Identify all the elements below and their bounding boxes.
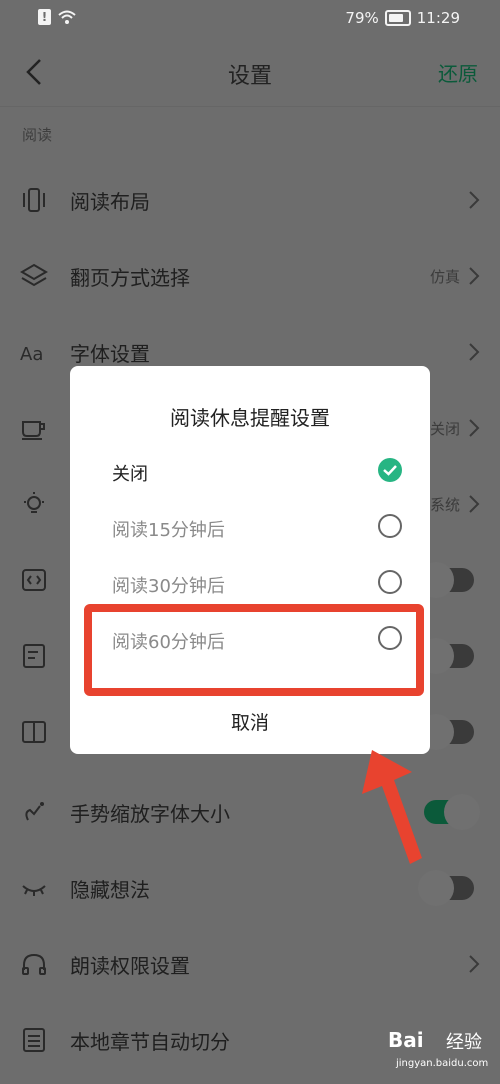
chevron-right-icon bbox=[469, 495, 480, 513]
toggle-knob bbox=[444, 794, 480, 830]
row-label: 手势缩放字体大小 bbox=[70, 802, 230, 826]
header-divider bbox=[0, 106, 500, 107]
toggle-switch[interactable] bbox=[418, 638, 474, 674]
chevron-right-icon bbox=[469, 955, 480, 973]
toggle-switch[interactable] bbox=[418, 870, 474, 906]
chevron-right-icon bbox=[469, 191, 480, 209]
row-label: 阅读布局 bbox=[70, 190, 150, 214]
header: 设置 还原 bbox=[0, 40, 500, 106]
option-label: 阅读30分钟后 bbox=[112, 576, 225, 597]
battery-percent: 79% bbox=[345, 9, 379, 27]
option-15min[interactable]: 阅读15分钟后 bbox=[112, 510, 402, 550]
gesture-icon bbox=[25, 802, 44, 821]
option-off[interactable]: 关闭 bbox=[112, 454, 402, 494]
highlight-box bbox=[84, 604, 424, 696]
watermark-brand: Bai bbox=[388, 1028, 424, 1052]
row-label: 翻页方式选择 bbox=[70, 266, 190, 290]
toggle-switch-on[interactable] bbox=[424, 794, 480, 830]
chevron-right-icon bbox=[469, 267, 480, 285]
list-icon bbox=[23, 1028, 45, 1052]
check-icon bbox=[383, 465, 397, 476]
battery-icon bbox=[384, 10, 411, 26]
row-label: 隐藏想法 bbox=[70, 878, 150, 902]
cup-icon bbox=[22, 421, 45, 440]
svg-text:Aa: Aa bbox=[20, 344, 43, 365]
cancel-button[interactable]: 取消 bbox=[70, 708, 430, 735]
restore-button[interactable]: 还原 bbox=[438, 58, 478, 87]
radio-icon[interactable] bbox=[378, 514, 402, 538]
watermark: Bai 经验 jingyan.baidu.com bbox=[388, 1018, 488, 1074]
row-label: 字体设置 bbox=[70, 342, 150, 366]
option-label: 阅读15分钟后 bbox=[112, 520, 225, 541]
arrow-up-icon bbox=[362, 750, 422, 864]
row-value: 系统 bbox=[429, 496, 460, 514]
row-value: 仿真 bbox=[429, 268, 460, 286]
layout-icon bbox=[23, 188, 45, 212]
status-bar: ! 79% 11:29 bbox=[0, 0, 500, 38]
headphone-icon bbox=[22, 953, 46, 975]
code-icon bbox=[22, 569, 46, 591]
row-reading-layout[interactable]: 阅读布局 bbox=[0, 162, 500, 238]
font-icon: Aa bbox=[20, 344, 43, 365]
chevron-right-icon bbox=[469, 419, 480, 437]
option-label: 关闭 bbox=[112, 464, 148, 485]
row-value: 关闭 bbox=[429, 420, 460, 438]
watermark-brand-text: 经验 bbox=[446, 1032, 482, 1053]
status-time: 11:29 bbox=[416, 9, 460, 27]
radio-checked-icon[interactable] bbox=[378, 458, 402, 482]
row-read-aloud[interactable]: 朗读权限设置 bbox=[0, 926, 500, 1002]
page-title: 设置 bbox=[227, 64, 272, 89]
toggle-switch[interactable] bbox=[418, 562, 474, 598]
layers-icon bbox=[20, 263, 48, 287]
row-label: 本地章节自动切分 bbox=[70, 1030, 230, 1054]
watermark-site: jingyan.baidu.com bbox=[396, 1058, 489, 1069]
row-page-turn[interactable]: 翻页方式选择 仿真 bbox=[0, 238, 500, 314]
radio-icon[interactable] bbox=[378, 570, 402, 594]
bulb-icon bbox=[24, 492, 44, 513]
toggle-switch[interactable] bbox=[418, 714, 474, 750]
eye-closed-icon bbox=[22, 885, 46, 896]
screen: ! 79% 11:29 设置 还原 阅读 阅读布局 翻页方式选择 仿真 Aa 字… bbox=[0, 0, 500, 1084]
dialog-title: 阅读休息提醒设置 bbox=[170, 406, 330, 430]
option-30min[interactable]: 阅读30分钟后 bbox=[112, 566, 402, 606]
book-icon bbox=[22, 721, 46, 743]
note-icon bbox=[23, 644, 45, 668]
chevron-right-icon bbox=[469, 343, 480, 361]
alert-icon: ! bbox=[38, 9, 51, 25]
row-label: 朗读权限设置 bbox=[70, 954, 190, 978]
section-label: 阅读 bbox=[22, 126, 53, 144]
wifi-icon bbox=[58, 10, 76, 24]
toggle-knob bbox=[418, 870, 454, 906]
